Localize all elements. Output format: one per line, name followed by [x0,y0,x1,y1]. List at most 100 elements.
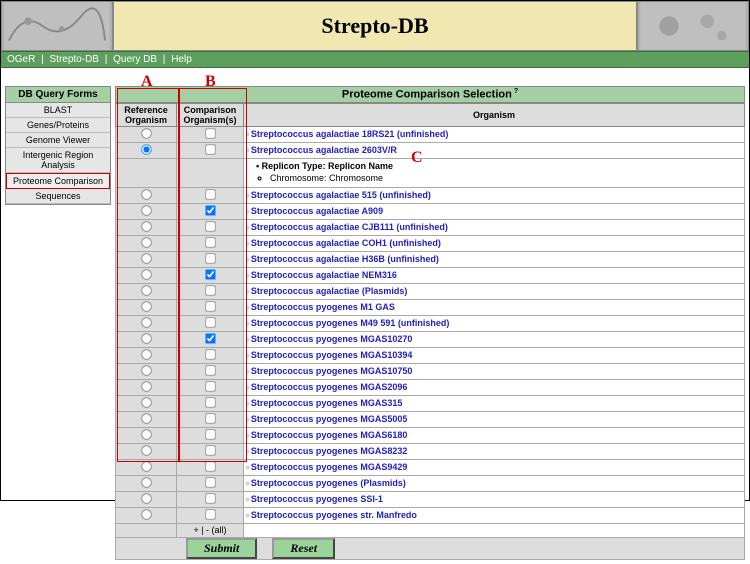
organism-link[interactable]: Streptococcus pyogenes MGAS10750 [251,366,413,376]
reference-radio[interactable] [141,221,151,231]
comparison-checkbox[interactable] [205,269,215,279]
sidebar-item[interactable]: Genes/Proteins [6,118,110,133]
organism-link[interactable]: Streptococcus pyogenes MGAS10270 [251,334,413,344]
organism-link[interactable]: Streptococcus agalactiae (Plasmids) [251,286,408,296]
comparison-checkbox[interactable] [205,445,215,455]
expand-icon[interactable]: ▫ [246,146,249,155]
expand-icon[interactable]: ▫ [246,130,249,139]
expand-icon[interactable]: ▫ [246,479,249,488]
organism-link[interactable]: Streptococcus pyogenes SSI-1 [251,494,383,504]
organism-link[interactable]: Streptococcus pyogenes MGAS8232 [251,446,408,456]
organism-link[interactable]: Streptococcus agalactiae COH1 (unfinishe… [251,238,441,248]
comparison-checkbox[interactable] [205,477,215,487]
expand-icon[interactable]: ▫ [246,239,249,248]
expand-icon[interactable]: ▫ [246,447,249,456]
organism-link[interactable]: Streptococcus pyogenes MGAS2096 [251,382,408,392]
expand-icon[interactable]: ▫ [246,367,249,376]
comparison-checkbox[interactable] [205,144,215,154]
sidebar-item[interactable]: Genome Viewer [6,133,110,148]
comparison-checkbox[interactable] [205,461,215,471]
expand-icon[interactable]: ▫ [246,223,249,232]
reference-radio[interactable] [141,493,151,503]
reference-radio[interactable] [141,144,151,154]
comparison-checkbox[interactable] [205,317,215,327]
reference-radio[interactable] [141,509,151,519]
reference-radio[interactable] [141,205,151,215]
organism-link[interactable]: Streptococcus agalactiae H36B (unfinishe… [251,254,439,264]
reference-radio[interactable] [141,269,151,279]
comparison-checkbox[interactable] [205,493,215,503]
sidebar-item[interactable]: Sequences [6,189,110,204]
comparison-checkbox[interactable] [205,205,215,215]
reference-radio[interactable] [141,429,151,439]
reference-radio[interactable] [141,317,151,327]
organism-link[interactable]: Streptococcus pyogenes MGAS9429 [251,462,408,472]
comparison-checkbox[interactable] [205,509,215,519]
reference-radio[interactable] [141,413,151,423]
comparison-checkbox[interactable] [205,333,215,343]
organism-link[interactable]: Streptococcus agalactiae 515 (unfinished… [251,190,431,200]
expand-icon[interactable]: ▫ [246,335,249,344]
comparison-checkbox[interactable] [205,413,215,423]
comparison-checkbox[interactable] [205,301,215,311]
expand-icon[interactable]: ▫ [246,287,249,296]
reference-radio[interactable] [141,237,151,247]
organism-link[interactable]: Streptococcus pyogenes M1 GAS [251,302,395,312]
expand-icon[interactable]: ▫ [246,319,249,328]
reference-radio[interactable] [141,477,151,487]
top-nav[interactable]: OGeR | Strepto-DB | Query DB | Help [1,51,749,68]
sidebar-item[interactable]: Intergenic Region Analysis [6,148,110,173]
organism-link[interactable]: Streptococcus pyogenes MGAS10394 [251,350,413,360]
reset-button[interactable]: Reset [272,538,335,559]
reference-radio[interactable] [141,365,151,375]
comparison-checkbox[interactable] [205,381,215,391]
organism-link[interactable]: Streptococcus pyogenes MGAS6180 [251,430,408,440]
comparison-checkbox[interactable] [205,285,215,295]
reference-radio[interactable] [141,301,151,311]
comparison-checkbox[interactable] [205,349,215,359]
expand-icon[interactable]: ▫ [246,511,249,520]
expand-icon[interactable]: ▫ [246,351,249,360]
comparison-checkbox[interactable] [205,237,215,247]
reference-radio[interactable] [141,461,151,471]
organism-link[interactable]: Streptococcus agalactiae A909 [251,206,383,216]
comparison-checkbox[interactable] [205,253,215,263]
comparison-checkbox[interactable] [205,365,215,375]
organism-link[interactable]: Streptococcus pyogenes str. Manfredo [251,510,417,520]
reference-radio[interactable] [141,445,151,455]
comparison-checkbox[interactable] [205,221,215,231]
organism-link[interactable]: Streptococcus agalactiae 2603V/R [251,145,397,155]
organism-link[interactable]: Streptococcus agalactiae CJB111 (unfinis… [251,222,448,232]
sidebar-item[interactable]: Proteome Comparison [6,173,110,189]
expand-icon[interactable]: ▫ [246,463,249,472]
organism-link[interactable]: Streptococcus agalactiae NEM316 [251,270,397,280]
reference-radio[interactable] [141,128,151,138]
expand-icon[interactable]: ▫ [246,255,249,264]
organism-link[interactable]: Streptococcus pyogenes MGAS315 [251,398,403,408]
reference-radio[interactable] [141,397,151,407]
reference-radio[interactable] [141,285,151,295]
reference-radio[interactable] [141,189,151,199]
sidebar-item[interactable]: BLAST [6,103,110,118]
reference-radio[interactable] [141,253,151,263]
organism-link[interactable]: Streptococcus pyogenes MGAS5005 [251,414,408,424]
expand-icon[interactable]: ▫ [246,303,249,312]
expand-icon[interactable]: ▫ [246,399,249,408]
comparison-checkbox[interactable] [205,429,215,439]
expand-icon[interactable]: ▫ [246,191,249,200]
reference-radio[interactable] [141,349,151,359]
expand-icon[interactable]: ▫ [246,415,249,424]
organism-link[interactable]: Streptococcus pyogenes M49 591 (unfinish… [251,318,450,328]
organism-link[interactable]: Streptococcus agalactiae 18RS21 (unfinis… [251,129,449,139]
submit-button[interactable]: Submit [186,538,257,559]
expand-icon[interactable]: ▫ [246,495,249,504]
replicon-item[interactable]: Chromosome: Chromosome [270,173,742,183]
expand-icon[interactable]: ▫ [246,207,249,216]
reference-radio[interactable] [141,333,151,343]
expand-icon[interactable]: ▫ [246,271,249,280]
help-icon[interactable]: ? [514,88,518,95]
comparison-checkbox[interactable] [205,397,215,407]
expand-icon[interactable]: ▫ [246,431,249,440]
expand-icon[interactable]: ▫ [246,383,249,392]
select-all-toggle[interactable]: + | - (all) [177,523,244,537]
